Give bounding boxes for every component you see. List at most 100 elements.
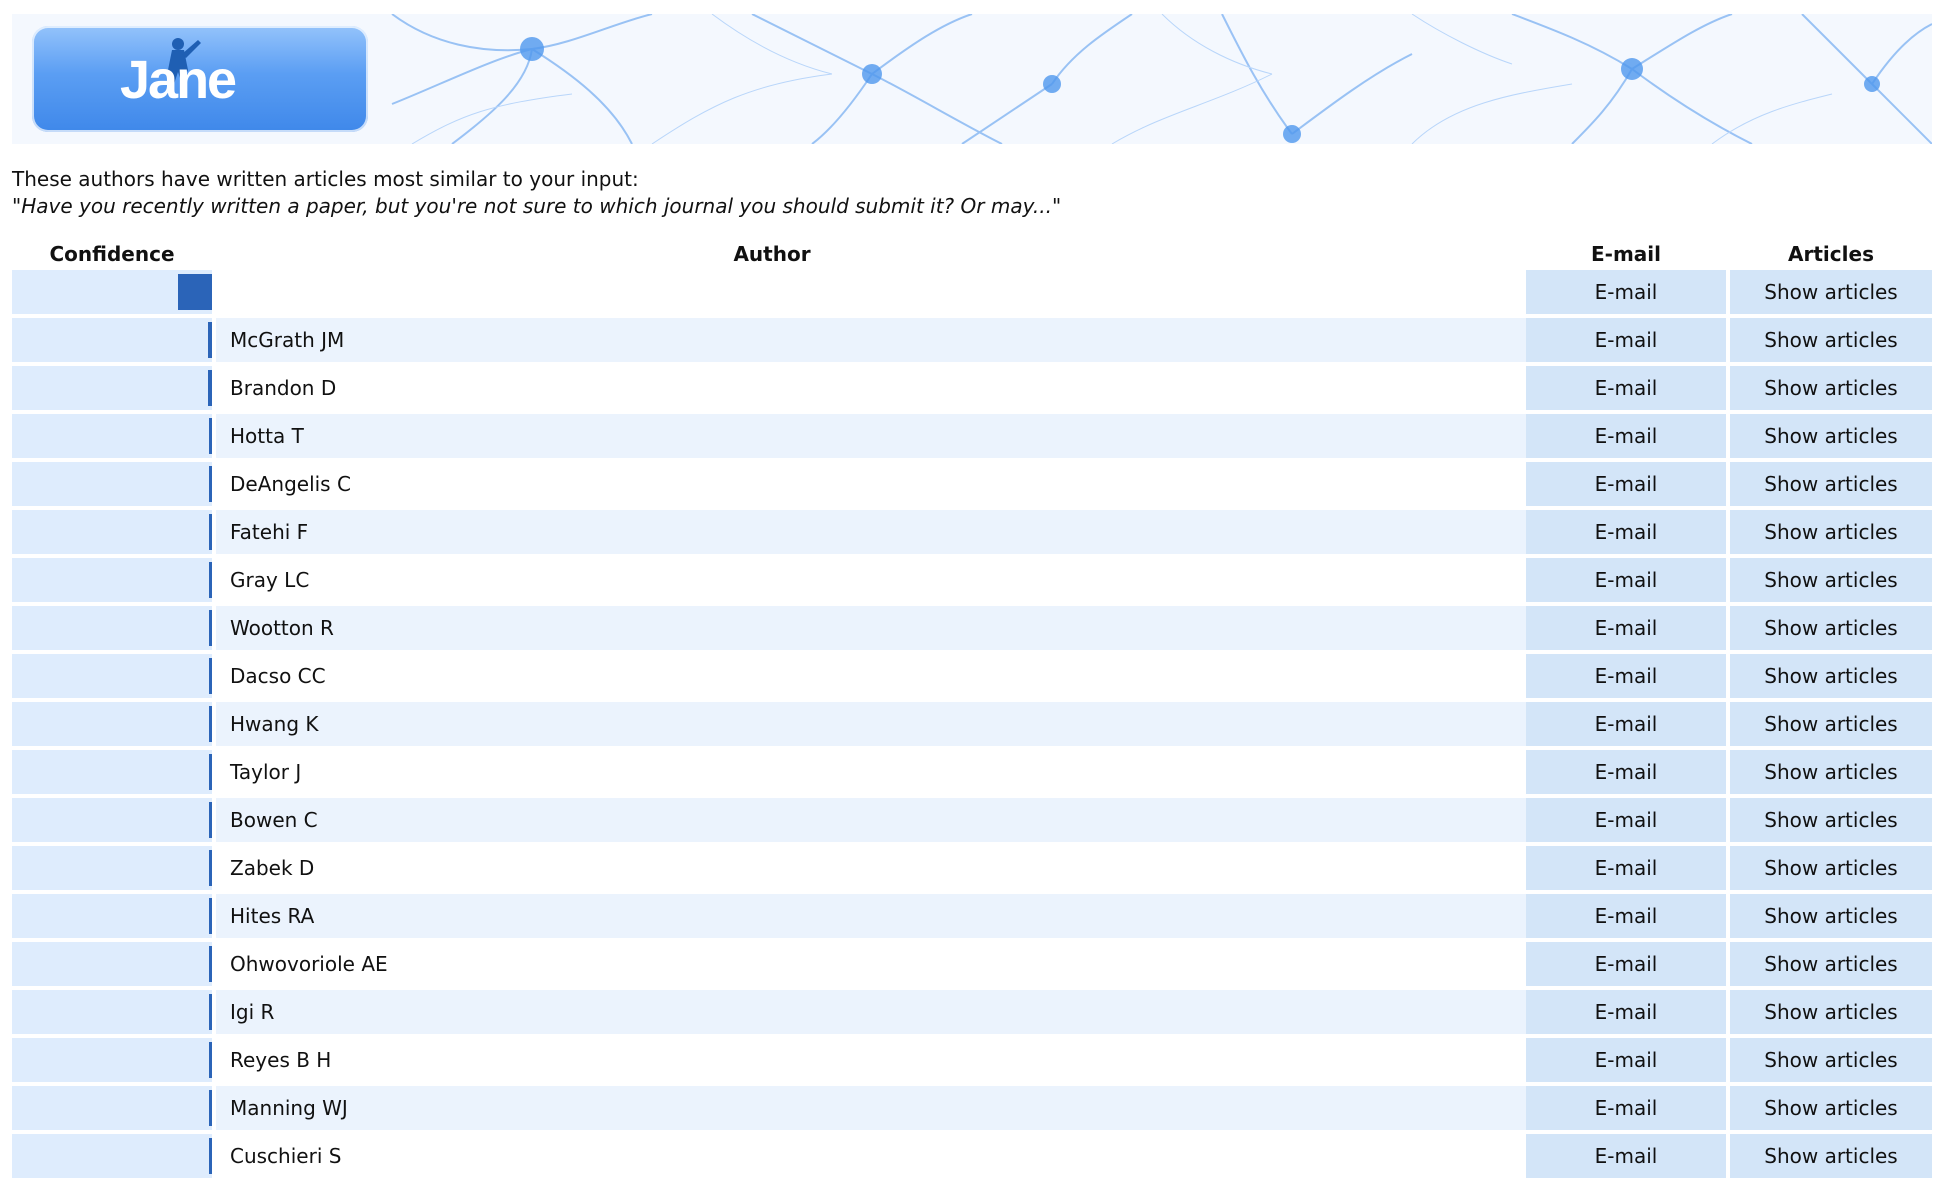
author-cell: DeAngelis C bbox=[216, 462, 1532, 506]
table-row: Hotta T E-mail Show articles bbox=[12, 414, 1934, 458]
email-button[interactable]: E-mail bbox=[1526, 990, 1726, 1034]
confidence-bar bbox=[209, 754, 212, 790]
table-row: Brandon D E-mail Show articles bbox=[12, 366, 1934, 410]
table-row: McGrath JM E-mail Show articles bbox=[12, 318, 1934, 362]
email-button[interactable]: E-mail bbox=[1526, 846, 1726, 890]
show-articles-button[interactable]: Show articles bbox=[1730, 270, 1932, 314]
show-articles-button[interactable]: Show articles bbox=[1730, 414, 1932, 458]
author-header: Author bbox=[733, 242, 811, 266]
author-cell: Zabek D bbox=[216, 846, 1532, 890]
email-button[interactable]: E-mail bbox=[1526, 1134, 1726, 1178]
show-articles-button[interactable]: Show articles bbox=[1730, 942, 1932, 986]
author-cell: Manning WJ bbox=[216, 1086, 1532, 1130]
logo-text: Jane bbox=[120, 50, 237, 110]
confidence-header: Confidence bbox=[49, 242, 175, 266]
confidence-cell bbox=[12, 366, 212, 410]
email-button[interactable]: E-mail bbox=[1526, 894, 1726, 938]
confidence-bar bbox=[208, 370, 212, 406]
author-name: Ohwovoriole AE bbox=[230, 952, 388, 976]
show-articles-button[interactable]: Show articles bbox=[1730, 894, 1932, 938]
confidence-cell bbox=[12, 1086, 212, 1130]
author-name: Hotta T bbox=[230, 424, 304, 448]
email-button[interactable]: E-mail bbox=[1526, 702, 1726, 746]
table-row: E-mail Show articles bbox=[12, 270, 1934, 314]
confidence-bar bbox=[208, 322, 212, 358]
email-button[interactable]: E-mail bbox=[1526, 798, 1726, 842]
author-name: Brandon D bbox=[230, 376, 337, 400]
table-row: Zabek D E-mail Show articles bbox=[12, 846, 1934, 890]
show-articles-button[interactable]: Show articles bbox=[1730, 750, 1932, 794]
confidence-bar bbox=[209, 946, 212, 982]
confidence-bar bbox=[209, 562, 212, 598]
show-articles-button[interactable]: Show articles bbox=[1730, 702, 1932, 746]
author-cell bbox=[216, 270, 1532, 314]
author-name: Wootton R bbox=[230, 616, 334, 640]
show-articles-button[interactable]: Show articles bbox=[1730, 606, 1932, 650]
author-cell: Brandon D bbox=[216, 366, 1532, 410]
confidence-cell bbox=[12, 702, 212, 746]
confidence-cell bbox=[12, 1134, 212, 1178]
confidence-cell bbox=[12, 462, 212, 506]
author-cell: Gray LC bbox=[216, 558, 1532, 602]
author-name: Zabek D bbox=[230, 856, 315, 880]
author-cell: Hites RA bbox=[216, 894, 1532, 938]
show-articles-button[interactable]: Show articles bbox=[1730, 318, 1932, 362]
author-cell: Taylor J bbox=[216, 750, 1532, 794]
confidence-cell bbox=[12, 414, 212, 458]
email-button[interactable]: E-mail bbox=[1526, 558, 1726, 602]
articles-header: Articles bbox=[1788, 242, 1874, 266]
confidence-bar bbox=[209, 706, 212, 742]
email-header: E-mail bbox=[1590, 242, 1661, 266]
show-articles-button[interactable]: Show articles bbox=[1730, 558, 1932, 602]
show-articles-button[interactable]: Show articles bbox=[1730, 510, 1932, 554]
show-articles-button[interactable]: Show articles bbox=[1730, 366, 1932, 410]
confidence-cell bbox=[12, 942, 212, 986]
email-button[interactable]: E-mail bbox=[1526, 750, 1726, 794]
confidence-bar bbox=[209, 610, 212, 646]
confidence-cell bbox=[12, 846, 212, 890]
email-button[interactable]: E-mail bbox=[1526, 654, 1726, 698]
author-name: McGrath JM bbox=[230, 328, 345, 352]
email-button[interactable]: E-mail bbox=[1526, 270, 1726, 314]
intro-text: These authors have written articles most… bbox=[12, 167, 639, 191]
author-cell: Hwang K bbox=[216, 702, 1532, 746]
confidence-bar bbox=[209, 802, 212, 838]
author-cell: Hotta T bbox=[216, 414, 1532, 458]
email-button[interactable]: E-mail bbox=[1526, 510, 1726, 554]
table-row: Dacso CC E-mail Show articles bbox=[12, 654, 1934, 698]
show-articles-button[interactable]: Show articles bbox=[1730, 798, 1932, 842]
table-row: Cuschieri S E-mail Show articles bbox=[12, 1134, 1934, 1178]
confidence-bar bbox=[178, 274, 212, 310]
author-name: Hites RA bbox=[230, 904, 315, 928]
table-row: Manning WJ E-mail Show articles bbox=[12, 1086, 1934, 1130]
author-cell: Igi R bbox=[216, 990, 1532, 1034]
confidence-cell bbox=[12, 990, 212, 1034]
confidence-bar bbox=[209, 850, 212, 886]
show-articles-button[interactable]: Show articles bbox=[1730, 462, 1932, 506]
table-row: DeAngelis C E-mail Show articles bbox=[12, 462, 1934, 506]
author-cell: Reyes B H bbox=[216, 1038, 1532, 1082]
confidence-bar bbox=[209, 1042, 212, 1078]
email-button[interactable]: E-mail bbox=[1526, 366, 1726, 410]
show-articles-button[interactable]: Show articles bbox=[1730, 1086, 1932, 1130]
email-button[interactable]: E-mail bbox=[1526, 606, 1726, 650]
table-header: Confidence Author E-mail Articles bbox=[12, 240, 1934, 270]
email-button[interactable]: E-mail bbox=[1526, 414, 1726, 458]
confidence-bar bbox=[209, 1138, 212, 1174]
confidence-cell bbox=[12, 654, 212, 698]
email-button[interactable]: E-mail bbox=[1526, 462, 1726, 506]
email-button[interactable]: E-mail bbox=[1526, 1086, 1726, 1130]
email-button[interactable]: E-mail bbox=[1526, 1038, 1726, 1082]
show-articles-button[interactable]: Show articles bbox=[1730, 990, 1932, 1034]
show-articles-button[interactable]: Show articles bbox=[1730, 1134, 1932, 1178]
show-articles-button[interactable]: Show articles bbox=[1730, 1038, 1932, 1082]
email-button[interactable]: E-mail bbox=[1526, 318, 1726, 362]
email-button[interactable]: E-mail bbox=[1526, 942, 1726, 986]
confidence-cell bbox=[12, 606, 212, 650]
author-cell: Dacso CC bbox=[216, 654, 1532, 698]
show-articles-button[interactable]: Show articles bbox=[1730, 846, 1932, 890]
author-cell: Ohwovoriole AE bbox=[216, 942, 1532, 986]
confidence-bar bbox=[209, 466, 212, 502]
jane-logo[interactable]: Jane bbox=[32, 26, 368, 132]
show-articles-button[interactable]: Show articles bbox=[1730, 654, 1932, 698]
